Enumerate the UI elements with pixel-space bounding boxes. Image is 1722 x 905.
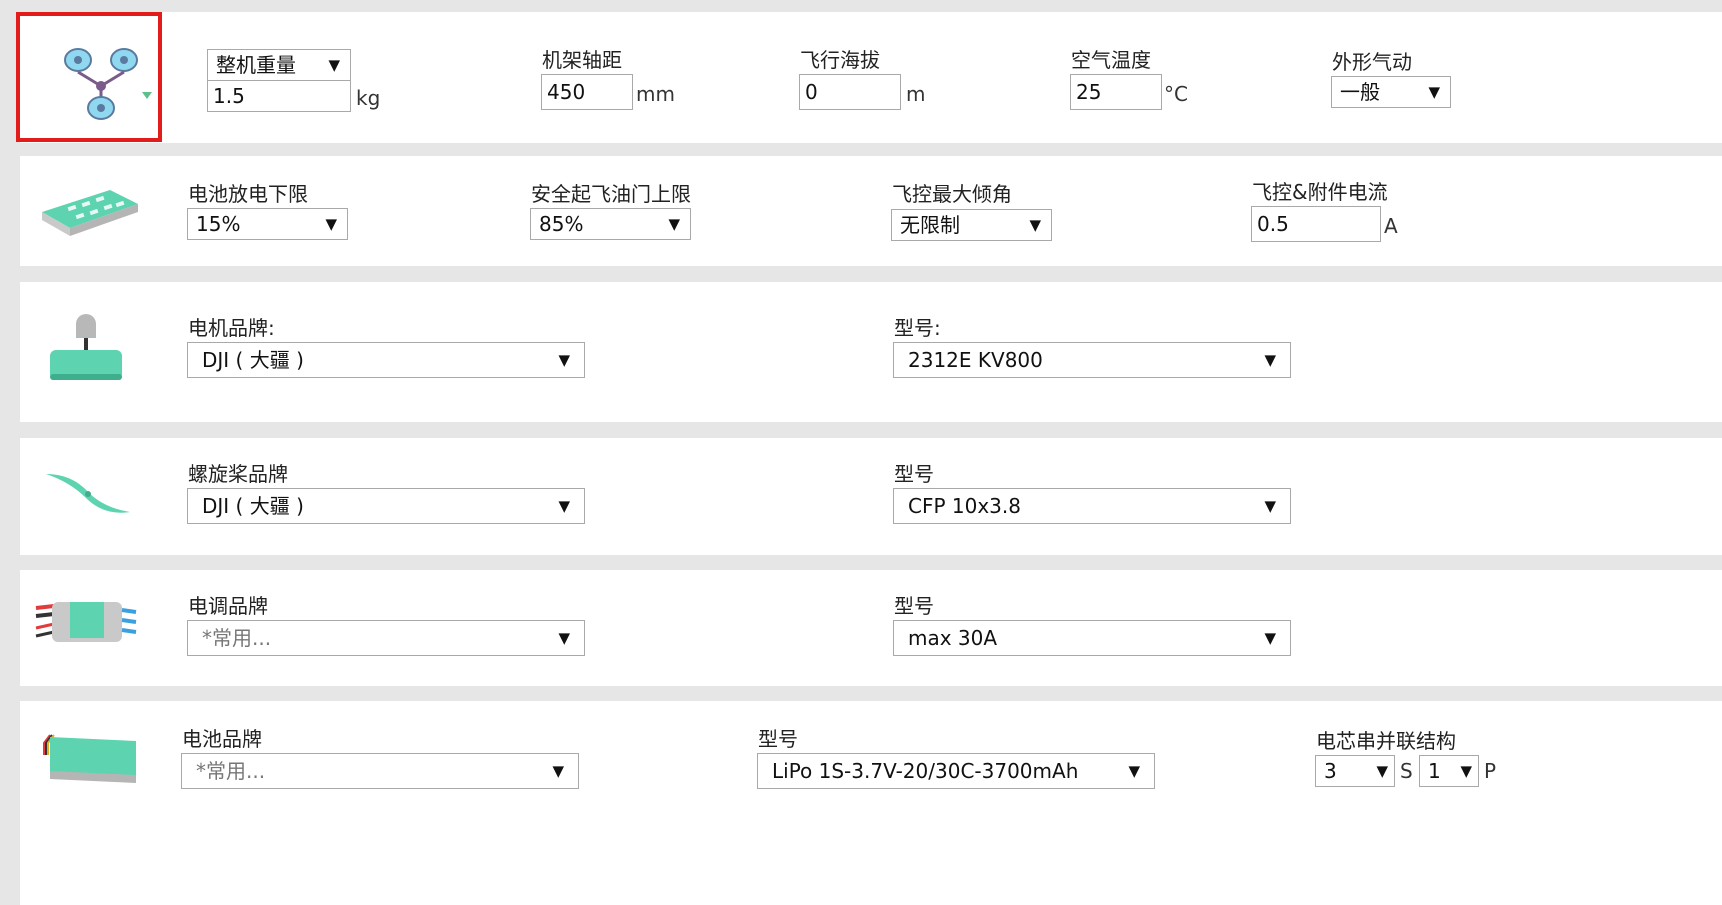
motor-brand-label: 电机品牌: — [188, 316, 275, 340]
motor-panel: 电机品牌: DJI ( 大疆 ) ▼ 型号: 2312E KV800 ▼ — [20, 282, 1722, 422]
flight-controller-icon — [42, 190, 138, 236]
propeller-brand-select[interactable]: DJI ( 大疆 ) ▼ — [187, 488, 585, 524]
motor-model-label: 型号: — [894, 316, 941, 340]
current-unit: A — [1384, 214, 1398, 238]
esc-icon — [35, 602, 137, 642]
weight-unit: kg — [356, 86, 381, 110]
chevron-down-icon: ▼ — [1128, 762, 1140, 780]
throttle-value: 85% — [539, 212, 584, 236]
chevron-down-icon: ▼ — [1029, 216, 1041, 234]
chevron-down-icon: ▼ — [1264, 629, 1276, 647]
current-label: 飞控&附件电流 — [1252, 180, 1388, 204]
chevron-down-icon: ▼ — [1460, 762, 1472, 780]
motor-model-select[interactable]: 2312E KV800 ▼ — [893, 342, 1291, 378]
altitude-unit: m — [906, 82, 926, 106]
chevron-down-icon: ▼ — [325, 215, 337, 233]
series-unit: S — [1400, 759, 1413, 783]
frame-unit: mm — [636, 82, 675, 106]
altitude-label: 飞行海拔 — [800, 48, 880, 72]
tilt-select[interactable]: 无限制 ▼ — [891, 209, 1052, 241]
propeller-model-label: 型号 — [894, 462, 934, 486]
esc-model-select[interactable]: max 30A ▼ — [893, 620, 1291, 656]
parallel-select[interactable]: 1 ▼ — [1419, 755, 1479, 787]
series-select[interactable]: 3 ▼ — [1315, 755, 1395, 787]
motor-icon — [50, 314, 122, 380]
propeller-icon — [46, 474, 130, 513]
aero-label: 外形气动 — [1332, 50, 1412, 74]
limits-panel: 电池放电下限 15% ▼ 安全起飞油门上限 85% ▼ 飞控最大倾角 无限制 ▼… — [20, 156, 1722, 266]
frame-label: 机架轴距 — [542, 48, 622, 72]
selected-frame-highlight — [16, 12, 162, 142]
esc-brand-label: 电调品牌 — [188, 594, 268, 618]
weight-mode-value: 整机重量 — [216, 53, 296, 77]
current-input[interactable]: 0.5 — [1251, 206, 1381, 242]
temp-input[interactable]: 25 — [1070, 74, 1162, 110]
battery-brand-value: *常用... — [196, 759, 266, 783]
tilt-value: 无限制 — [900, 213, 960, 237]
motor-brand-value: DJI ( 大疆 ) — [202, 348, 304, 372]
throttle-select[interactable]: 85% ▼ — [530, 208, 691, 240]
temp-unit: °C — [1164, 82, 1188, 106]
discharge-select[interactable]: 15% ▼ — [187, 208, 348, 240]
battery-icon — [43, 734, 136, 783]
propeller-panel: 螺旋桨品牌 DJI ( 大疆 ) ▼ 型号 CFP 10x3.8 ▼ — [20, 438, 1722, 555]
esc-model-label: 型号 — [894, 594, 934, 618]
chevron-down-icon: ▼ — [1264, 497, 1276, 515]
chevron-down-icon: ▼ — [328, 56, 340, 74]
aero-value: 一般 — [1340, 80, 1380, 104]
propeller-model-value: CFP 10x3.8 — [908, 494, 1021, 518]
motor-brand-select[interactable]: DJI ( 大疆 ) ▼ — [187, 342, 585, 378]
battery-model-select[interactable]: LiPo 1S-3.7V-20/30C-3700mAh ▼ — [757, 753, 1155, 789]
esc-model-value: max 30A — [908, 626, 998, 650]
discharge-label: 电池放电下限 — [188, 182, 308, 206]
chevron-down-icon: ▼ — [1264, 351, 1276, 369]
motor-model-value: 2312E KV800 — [908, 348, 1043, 372]
weight-mode-select[interactable]: 整机重量 ▼ — [207, 49, 351, 81]
throttle-label: 安全起飞油门上限 — [531, 182, 691, 206]
esc-panel: 电调品牌 *常用... ▼ 型号 max 30A ▼ — [20, 570, 1722, 686]
propeller-brand-value: DJI ( 大疆 ) — [202, 494, 304, 518]
parallel-value: 1 — [1428, 759, 1441, 783]
chevron-down-icon: ▼ — [1428, 83, 1440, 101]
battery-brand-label: 电池品牌 — [182, 727, 262, 751]
battery-panel: 电池品牌 *常用... ▼ 型号 LiPo 1S-3.7V-20/30C-370… — [20, 701, 1722, 905]
chevron-down-icon: ▼ — [558, 629, 570, 647]
weight-input[interactable]: 1.5 — [207, 80, 351, 112]
chevron-down-icon: ▼ — [558, 497, 570, 515]
battery-brand-select[interactable]: *常用... ▼ — [181, 753, 579, 789]
general-panel: 整机重量 ▼ 1.5 kg 机架轴距 450 mm 飞行海拔 0 m 空气温度 … — [20, 12, 1722, 143]
chevron-down-icon: ▼ — [558, 351, 570, 369]
chevron-down-icon: ▼ — [668, 215, 680, 233]
cell-structure-label: 电芯串并联结构 — [1316, 729, 1456, 753]
battery-model-value: LiPo 1S-3.7V-20/30C-3700mAh — [772, 759, 1079, 783]
parallel-unit: P — [1484, 759, 1497, 783]
battery-model-label: 型号 — [758, 727, 798, 751]
frame-input[interactable]: 450 — [541, 74, 633, 110]
temp-label: 空气温度 — [1071, 48, 1151, 72]
discharge-value: 15% — [196, 212, 241, 236]
altitude-input[interactable]: 0 — [799, 74, 901, 110]
chevron-down-icon: ▼ — [1376, 762, 1388, 780]
aero-select[interactable]: 一般 ▼ — [1331, 76, 1451, 108]
esc-brand-select[interactable]: *常用... ▼ — [187, 620, 585, 656]
series-value: 3 — [1324, 759, 1337, 783]
esc-brand-value: *常用... — [202, 626, 272, 650]
tilt-label: 飞控最大倾角 — [892, 182, 1012, 206]
propeller-brand-label: 螺旋桨品牌 — [188, 462, 288, 486]
propeller-model-select[interactable]: CFP 10x3.8 ▼ — [893, 488, 1291, 524]
chevron-down-icon: ▼ — [552, 762, 564, 780]
